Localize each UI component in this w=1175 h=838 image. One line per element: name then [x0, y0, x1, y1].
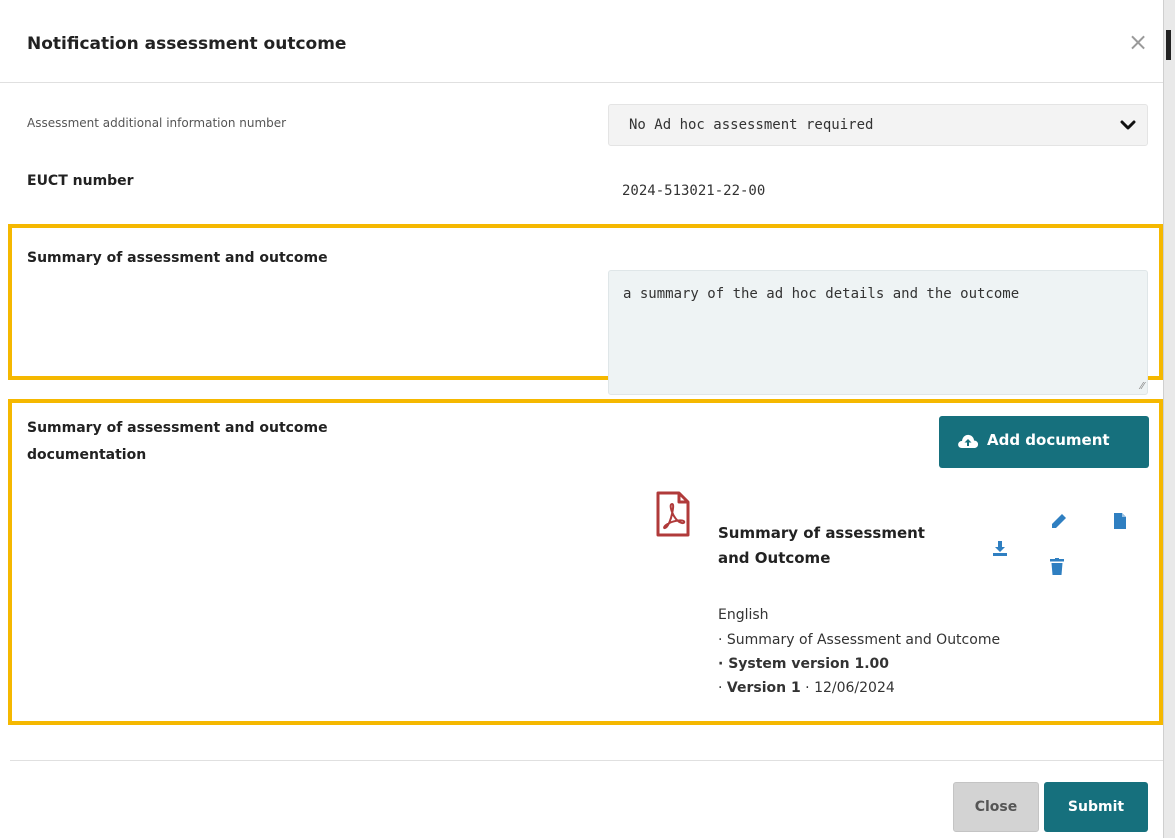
chevron-down-icon	[1120, 120, 1136, 130]
document-version-line: · Version 1 · 12/06/2024	[718, 680, 895, 696]
pdf-file-icon	[656, 491, 690, 537]
assessment-number-select[interactable]: No Ad hoc assessment required	[608, 104, 1148, 146]
version-prefix: ·	[718, 680, 727, 696]
document-title: Summary of assessment and Outcome	[718, 521, 978, 571]
add-document-label: Add document	[987, 431, 1110, 449]
file-icon[interactable]	[1113, 512, 1127, 530]
euct-number-label: EUCT number	[27, 173, 134, 189]
assessment-outcome-modal: Notification assessment outcome × Assess…	[0, 0, 1163, 838]
add-document-button[interactable]: Add document	[939, 416, 1149, 468]
footer-divider	[10, 760, 1163, 761]
close-button[interactable]: Close	[953, 782, 1039, 832]
close-icon[interactable]: ×	[1128, 30, 1148, 54]
document-title-line1: Summary of assessment	[718, 524, 925, 542]
summary-textarea[interactable]: a summary of the ad hoc details and the …	[608, 270, 1148, 395]
document-language: English	[718, 607, 769, 623]
document-date: · 12/06/2024	[800, 680, 895, 696]
documentation-label-line1: Summary of assessment and outcome	[27, 420, 328, 436]
submit-button[interactable]: Submit	[1044, 782, 1148, 832]
background-edge-mark	[1166, 30, 1171, 60]
edit-pencil-icon[interactable]	[1050, 512, 1068, 530]
modal-header: Notification assessment outcome ×	[0, 0, 1163, 83]
assessment-number-value: No Ad hoc assessment required	[629, 117, 874, 133]
summary-label: Summary of assessment and outcome	[27, 250, 328, 266]
document-version: Version 1	[726, 680, 801, 696]
delete-trash-icon[interactable]	[1050, 558, 1064, 575]
document-title-line2: and Outcome	[718, 549, 831, 567]
euct-number-value: 2024-513021-22-00	[622, 183, 766, 199]
summary-text: a summary of the ad hoc details and the …	[623, 286, 1020, 302]
documentation-label-line2: documentation	[27, 447, 147, 463]
document-system-version: · System version 1.00	[718, 656, 890, 672]
document-type: · Summary of Assessment and Outcome	[718, 632, 1001, 648]
resize-grip-icon[interactable]: ⁄⁄	[1141, 381, 1144, 392]
cloud-upload-icon	[958, 434, 979, 448]
modal-title: Notification assessment outcome	[27, 34, 347, 54]
assessment-number-label: Assessment additional information number	[27, 116, 287, 130]
background-window-edge	[1163, 0, 1175, 838]
download-icon[interactable]	[992, 540, 1008, 556]
